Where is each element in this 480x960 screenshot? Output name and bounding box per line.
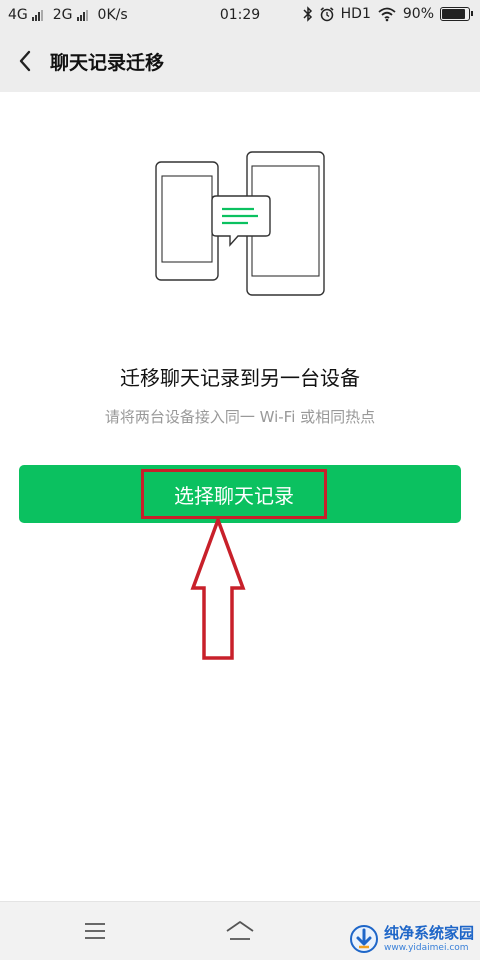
home-key[interactable] [225,916,255,946]
bluetooth-icon [303,6,312,22]
top-area: 4G 2G 0K/s 01:29 HD1 90% 聊天记录迁移 [0,0,480,92]
watermark-title: 纯净系统家园 [383,923,474,942]
hd-label: HD1 [340,6,371,22]
alarm-icon [320,7,334,22]
system-nav-bar: 纯净系统家园 www.yidaimei.com [0,901,480,960]
battery-icon [440,7,473,21]
battery-percent: 90% [402,6,434,22]
device-transfer-illustration [155,151,325,296]
headline: 迁移聊天记录到另一台设备 [120,366,360,390]
instruction-text: 请将两台设备接入同一 Wi-Fi 或相同热点 [104,408,376,426]
battery-fill [442,9,466,19]
menu-icon [85,923,105,939]
watermark-logo [349,925,378,953]
home-icon [226,921,254,940]
wifi-icon [378,7,396,22]
watermark: 纯净系统家园 www.yidaimei.com [349,924,474,954]
back-button[interactable] [10,44,40,78]
nav-bar: 聊天记录迁移 [0,32,480,90]
menu-key[interactable] [80,916,110,946]
red-up-arrow-annotation [190,516,246,660]
back-arrow-icon [19,50,31,72]
status-bar: 4G 2G 0K/s 01:29 HD1 90% [0,0,480,32]
select-chat-history-button[interactable] [19,465,461,523]
page-title: 聊天记录迁移 [50,52,165,74]
watermark-url: www.yidaimei.com [383,942,469,953]
